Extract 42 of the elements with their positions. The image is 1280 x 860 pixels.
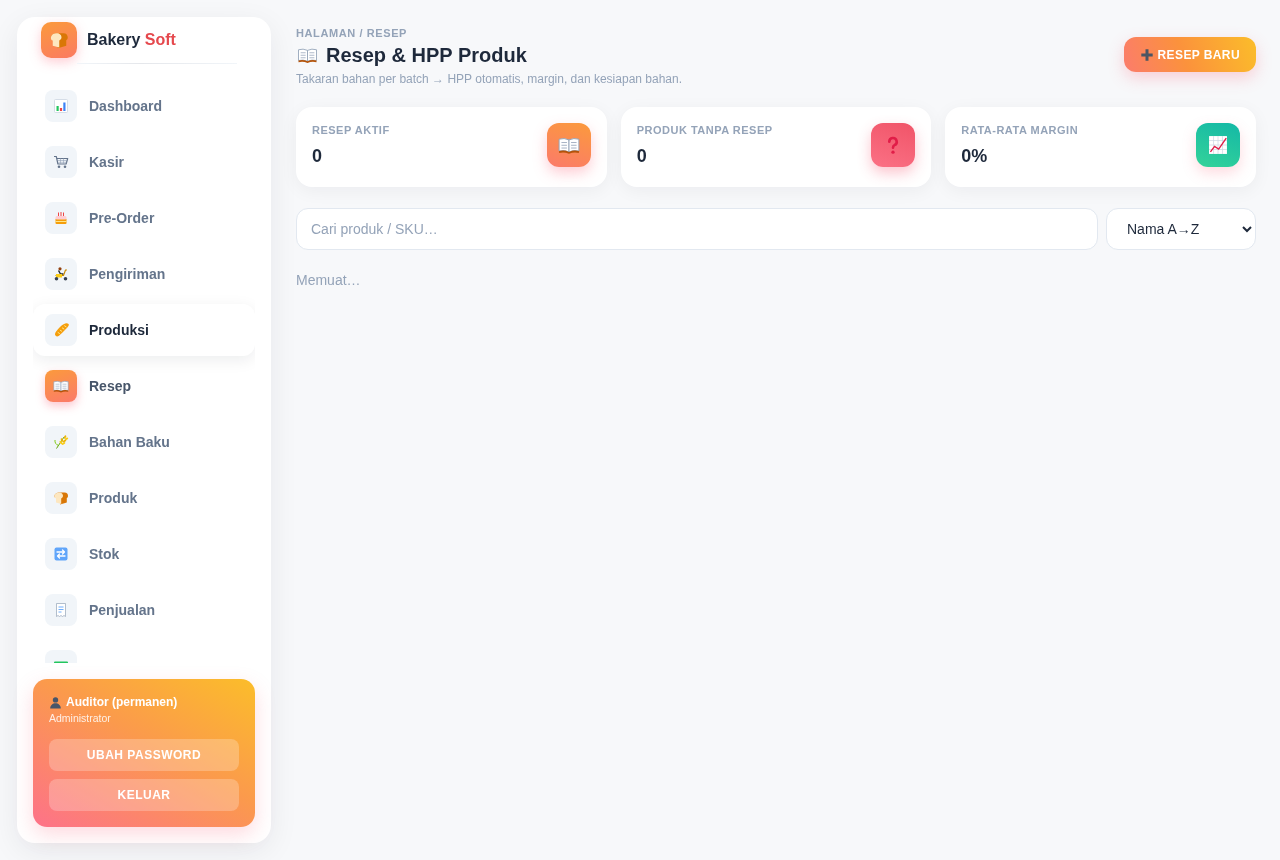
book-icon — [296, 45, 319, 65]
question-mark-icon — [871, 123, 916, 167]
wheat-icon — [45, 426, 77, 458]
sidebar-item[interactable]: Produksi — [33, 304, 255, 356]
sidebar-item[interactable]: Stok — [33, 528, 255, 580]
baguette-icon — [45, 314, 77, 346]
trend-chart-icon — [1196, 123, 1240, 167]
loading-text: Memuat… — [296, 271, 362, 290]
cart-icon — [45, 146, 77, 178]
sidebar-item[interactable]: Pengiriman — [33, 248, 255, 300]
sidebar-item[interactable]: Resep — [33, 360, 255, 412]
stat-value: 0 — [312, 145, 322, 168]
sidebar-item[interactable]: Penjualan — [33, 584, 255, 636]
arrows-icon — [45, 538, 77, 570]
bar-chart-icon — [45, 90, 77, 122]
page-title: Resep & HPP Produk — [326, 43, 527, 68]
bread-icon — [45, 482, 77, 514]
book-icon — [45, 370, 77, 402]
bread-logo-icon — [41, 22, 77, 58]
sidebar-item[interactable]: Bahan Baku — [33, 416, 255, 468]
sidebar-item[interactable]: Kasir — [33, 136, 255, 188]
sort-select[interactable]: Nama A→Z — [1106, 208, 1256, 250]
breadcrumb: HALAMAN / RESEP — [296, 26, 408, 40]
sidebar-item[interactable]: Produk — [33, 472, 255, 524]
page-subtitle: Takaran bahan per batch → HPP otomatis, margin, dan kesiapan bahan. — [296, 71, 682, 87]
sidebar-item[interactable]: Dashboard — [33, 80, 255, 132]
stat-value: 0% — [961, 145, 988, 168]
user-role: Administrator — [49, 711, 111, 725]
book-icon — [546, 123, 591, 167]
stat-label: PRODUK TANPA RESEP — [636, 123, 773, 137]
user-name: Auditor (permanen) — [66, 695, 178, 709]
receipt-icon — [45, 594, 77, 626]
stat-value: 0 — [636, 145, 647, 168]
sidebar-item[interactable]: Pre-Order — [33, 192, 255, 244]
stat-label: RESEP AKTIF — [312, 123, 390, 137]
brand-name: Bakery Soft — [87, 31, 176, 49]
search-field[interactable]: Cari produk / SKU… — [296, 208, 1098, 250]
stat-label: RATA-RATA MARGIN — [961, 123, 1079, 137]
scooter-icon — [45, 258, 77, 290]
plus-icon — [1139, 47, 1154, 62]
cake-icon — [45, 202, 77, 234]
user-icon — [49, 695, 62, 709]
